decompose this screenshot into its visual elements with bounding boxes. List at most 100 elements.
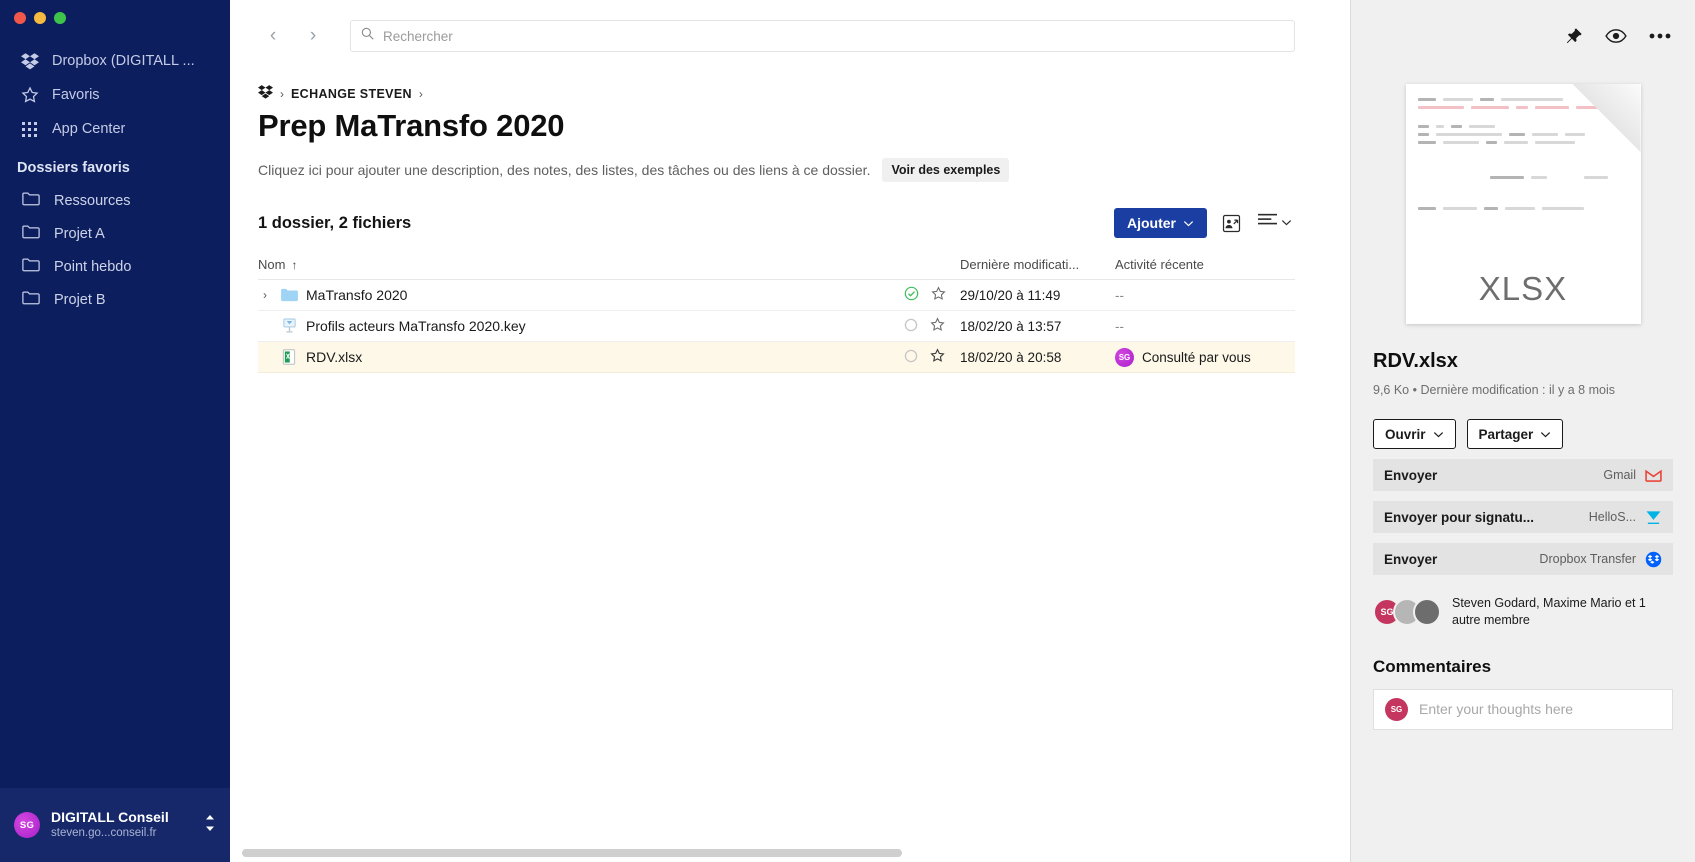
hellosign-icon: [1645, 509, 1662, 526]
file-name-cell: Profils acteurs MaTransfo 2020.key: [258, 317, 904, 335]
star-icon[interactable]: [930, 317, 945, 335]
pin-icon[interactable]: [1564, 27, 1583, 46]
search-icon: [361, 27, 374, 45]
dropbox-icon[interactable]: [258, 84, 273, 104]
horizontal-scrollbar[interactable]: [242, 849, 1350, 857]
view-examples-button[interactable]: Voir des exemples: [882, 158, 1010, 182]
gmail-icon: [1645, 467, 1662, 484]
column-header-name[interactable]: Nom ↑: [258, 257, 960, 272]
sidebar-item-label: Dropbox (DIGITALL ...: [52, 53, 195, 69]
table-header: Nom ↑ Dernière modificati... Activité ré…: [258, 250, 1295, 280]
share-folder-button[interactable]: [1217, 209, 1245, 237]
add-button[interactable]: Ajouter: [1114, 208, 1207, 238]
table-row[interactable]: Profils acteurs MaTransfo 2020.key 18/02…: [258, 311, 1295, 342]
send-service-name: HelloS...: [1588, 510, 1636, 524]
sidebar-item-point-hebdo[interactable]: Point hebdo: [0, 250, 230, 283]
sidebar-item-projet-b[interactable]: Projet B: [0, 283, 230, 316]
sync-synced-icon: [904, 286, 919, 304]
recent-activity: --: [1115, 319, 1295, 334]
chevron-updown-icon: [204, 814, 220, 836]
thumbnail-format-label: XLSX: [1478, 270, 1568, 307]
panel-primary-actions: Ouvrir Partager: [1373, 419, 1673, 449]
add-button-label: Ajouter: [1127, 215, 1176, 231]
share-button-label: Partager: [1478, 426, 1534, 442]
column-header-modified[interactable]: Dernière modificati...: [960, 257, 1115, 272]
account-switcher[interactable]: SG DIGITALL Conseil steven.go...conseil.…: [0, 788, 230, 862]
sidebar-item-label: Ressources: [54, 192, 131, 209]
account-email: steven.go...conseil.fr: [51, 827, 157, 840]
activity-text: Consulté par vous: [1142, 349, 1251, 365]
sidebar-item-dropbox[interactable]: Dropbox (DIGITALL ...: [0, 44, 230, 78]
forward-button[interactable]: ›: [298, 21, 328, 51]
table-row[interactable]: › MaTransfo 2020 29/10/20 à 11:49 --: [258, 280, 1295, 311]
sidebar-item-app-center[interactable]: App Center: [0, 112, 230, 146]
eye-icon[interactable]: [1605, 28, 1627, 44]
file-name: MaTransfo 2020: [306, 287, 408, 303]
view-options-button[interactable]: [1255, 209, 1295, 237]
comment-input-box[interactable]: SG: [1373, 688, 1673, 730]
panel-file-name: RDV.xlsx: [1373, 350, 1458, 372]
main-content: ‹ › › ECHANGE STEVEN › Prep MaTransfo 20…: [230, 0, 1350, 862]
description-row: Cliquez ici pour ajouter une description…: [230, 144, 1350, 182]
star-icon[interactable]: [931, 286, 946, 304]
sidebar-item-label: Favoris: [52, 87, 100, 103]
breadcrumb-separator: ›: [280, 87, 284, 101]
description-placeholder[interactable]: Cliquez ici pour ajouter une description…: [258, 162, 870, 178]
account-name: DIGITALL Conseil: [51, 809, 169, 826]
send-label: Envoyer: [1384, 467, 1438, 483]
recent-activity: --: [1115, 288, 1295, 303]
back-button[interactable]: ‹: [258, 21, 288, 51]
sidebar-favorites-list: Ressources Projet A Point hebdo Projet B: [0, 184, 230, 316]
send-transfer-row[interactable]: Envoyer Dropbox Transfer: [1373, 543, 1673, 575]
list-view-icon: [1258, 213, 1277, 233]
folder-icon: [22, 257, 40, 277]
keynote-file-icon: [280, 317, 298, 335]
column-header-activity[interactable]: Activité récente: [1115, 257, 1295, 272]
send-signature-row[interactable]: Envoyer pour signatu... HelloS...: [1373, 501, 1673, 533]
table-row[interactable]: RDV.xlsx 18/02/20 à 20:58 SG Consulté pa…: [258, 342, 1295, 373]
file-name-cell: › MaTransfo 2020: [258, 286, 904, 304]
panel-action-bar: [1373, 0, 1673, 72]
file-name: Profils acteurs MaTransfo 2020.key: [306, 318, 526, 334]
sort-arrow-up-icon: ↑: [291, 257, 298, 272]
activity-text: --: [1115, 318, 1124, 334]
avatar: SG: [1115, 347, 1134, 367]
page-title: Prep MaTransfo 2020: [258, 108, 565, 143]
star-icon[interactable]: [930, 348, 945, 366]
send-label: Envoyer: [1384, 551, 1438, 567]
maximize-window-button[interactable]: [54, 12, 66, 24]
open-button[interactable]: Ouvrir: [1373, 419, 1456, 449]
sidebar-item-label: Projet A: [54, 225, 105, 242]
chevron-right-icon[interactable]: ›: [258, 288, 272, 302]
sidebar-item-label: Projet B: [54, 291, 106, 308]
search-box[interactable]: [350, 20, 1295, 52]
modified-date: 18/02/20 à 13:57: [960, 318, 1062, 334]
send-gmail-row[interactable]: Envoyer Gmail: [1373, 459, 1673, 491]
sync-idle-icon: [904, 349, 918, 366]
ellipsis-icon[interactable]: [1649, 33, 1671, 39]
comment-input[interactable]: [1419, 701, 1661, 718]
share-button[interactable]: Partager: [1466, 419, 1564, 449]
chevron-down-icon: [1540, 427, 1551, 442]
modified-date: 29/10/20 à 11:49: [960, 287, 1061, 303]
thumbnail-sheet-preview: [1417, 98, 1631, 215]
file-name-cell: RDV.xlsx: [258, 348, 904, 366]
open-button-label: Ouvrir: [1385, 426, 1426, 442]
chevron-down-icon: [1183, 215, 1194, 231]
file-thumbnail[interactable]: XLSX: [1405, 84, 1641, 324]
panel-file-meta: 9,6 Ko • Dernière modification : il y a …: [1373, 383, 1615, 397]
avatar: [1413, 597, 1441, 626]
members-row[interactable]: SG Steven Godard, Maxime Mario et 1 autr…: [1373, 595, 1673, 629]
sidebar-item-ressources[interactable]: Ressources: [0, 184, 230, 217]
comments-title: Commentaires: [1373, 656, 1492, 676]
search-input[interactable]: [383, 28, 1284, 44]
breadcrumb-item[interactable]: ECHANGE STEVEN: [291, 87, 412, 101]
dropbox-transfer-icon: [1645, 551, 1662, 568]
sidebar-item-favoris[interactable]: Favoris: [0, 78, 230, 112]
row-status-cell: [904, 286, 960, 304]
minimize-window-button[interactable]: [34, 12, 46, 24]
modified-date: 18/02/20 à 20:58: [960, 349, 1062, 365]
close-window-button[interactable]: [14, 12, 26, 24]
sidebar-item-projet-a[interactable]: Projet A: [0, 217, 230, 250]
scrollbar-thumb[interactable]: [242, 849, 902, 857]
